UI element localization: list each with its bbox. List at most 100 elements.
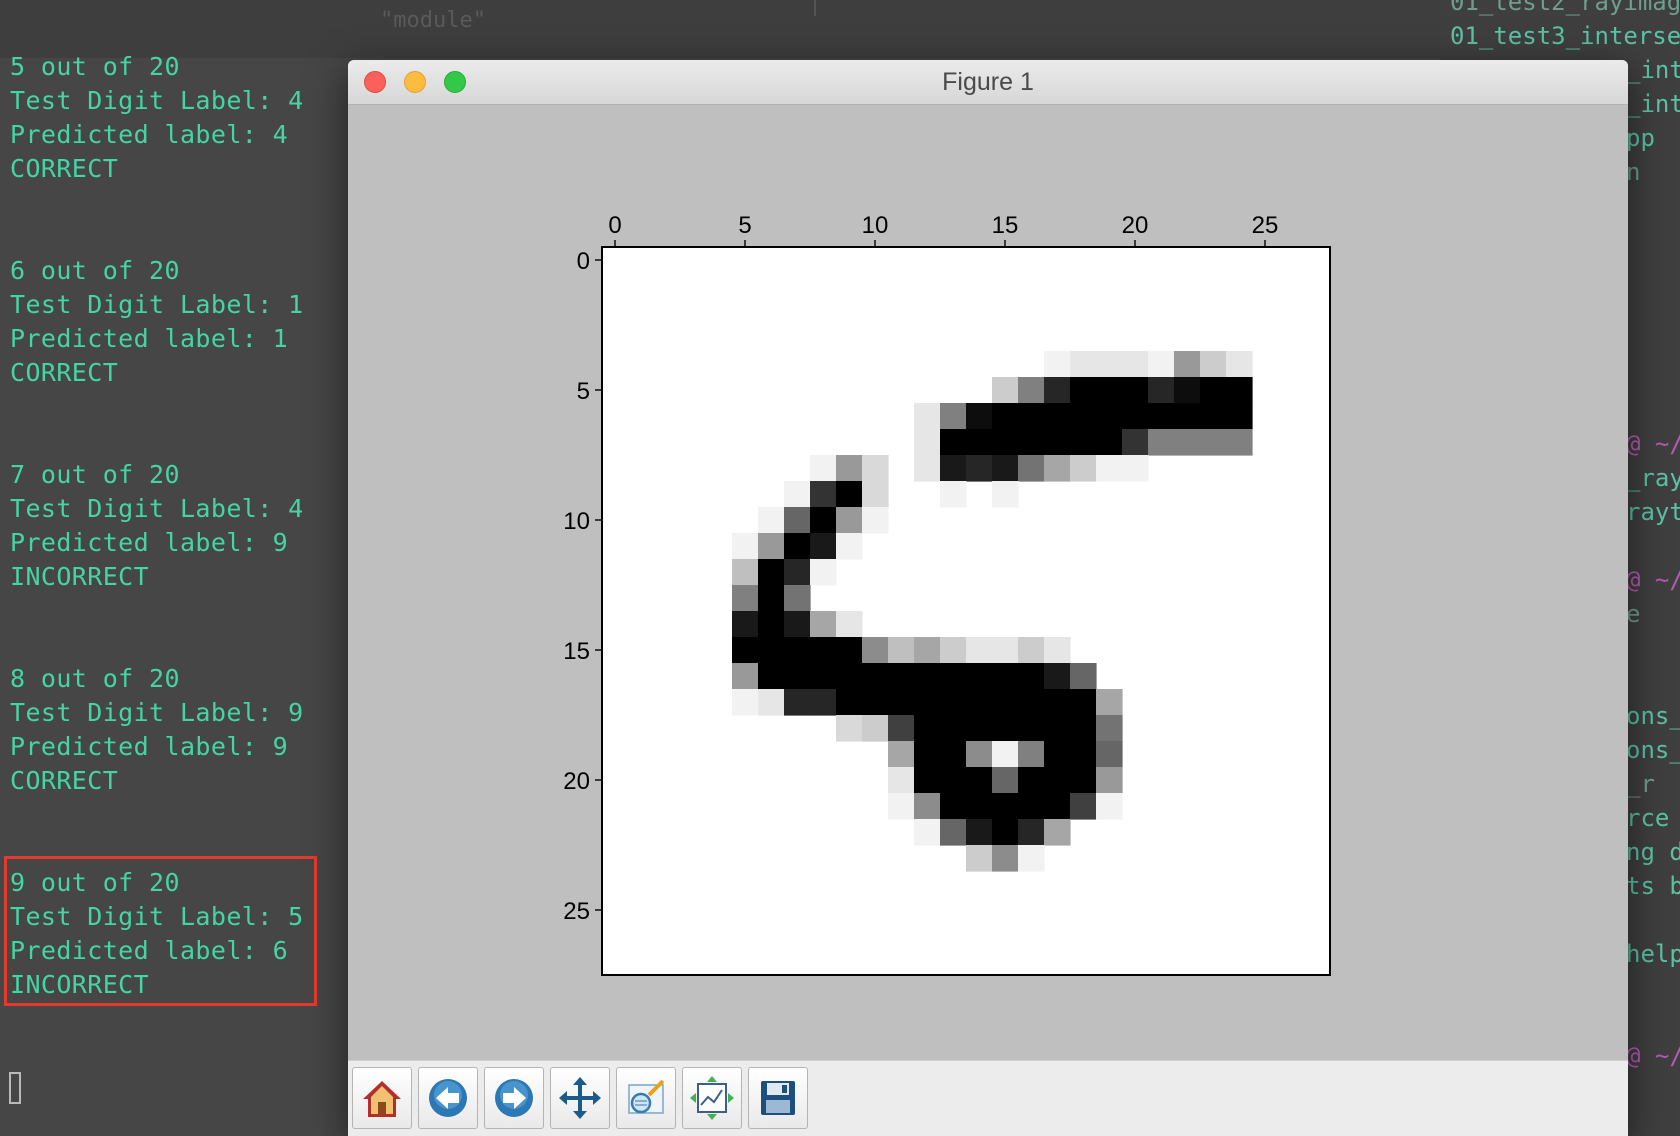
image-pixel — [1070, 403, 1097, 430]
figure-window[interactable]: Figure 1 0 5 10 15 20 25 0 5 10 15 20 25 — [348, 60, 1628, 1136]
y-tick-label: 15 — [563, 638, 590, 665]
image-pixel — [1148, 429, 1175, 456]
image-pixel — [914, 403, 941, 430]
image-pixel — [862, 481, 889, 508]
image-pixel — [1148, 403, 1175, 430]
prompt-text: @ ~/ — [1626, 1042, 1680, 1070]
image-pixel — [1044, 429, 1071, 456]
image-pixel — [966, 793, 993, 820]
image-pixel — [810, 611, 837, 638]
image-pixel — [784, 689, 811, 716]
image-pixel — [992, 429, 1019, 456]
editor-text: ts b — [1626, 872, 1680, 900]
window-titlebar[interactable]: Figure 1 — [348, 60, 1628, 105]
count-line: 6 out of 20 — [10, 256, 180, 285]
window-title: Figure 1 — [942, 68, 1034, 96]
result-block: 8 out of 20 Test Digit Label: 9 Predicte… — [10, 662, 304, 798]
image-pixel — [914, 715, 941, 742]
result-block: 7 out of 20 Test Digit Label: 4 Predicte… — [10, 458, 304, 594]
image-pixel — [784, 533, 811, 560]
x-tick-label: 10 — [862, 212, 889, 239]
image-pixel — [836, 637, 863, 664]
predicted-label-line: Predicted label: 1 — [10, 324, 289, 353]
image-pixel — [836, 689, 863, 716]
image-pixel — [1096, 715, 1123, 742]
x-tick-label: 15 — [992, 212, 1019, 239]
image-pixel — [992, 481, 1019, 508]
image-pixel — [862, 507, 889, 534]
image-pixel — [784, 559, 811, 586]
file-list-item[interactable]: n — [1626, 158, 1640, 186]
home-button[interactable] — [352, 1067, 412, 1129]
image-pixel — [862, 663, 889, 690]
image-pixel — [888, 689, 915, 716]
image-pixel — [784, 481, 811, 508]
image-pixel — [1200, 403, 1227, 430]
image-pixel — [966, 767, 993, 794]
editor-text: ng d — [1626, 838, 1680, 866]
back-button[interactable] — [418, 1067, 478, 1129]
image-pixel — [1096, 689, 1123, 716]
image-pixel — [784, 507, 811, 534]
image-pixel — [992, 819, 1019, 846]
image-pixel — [758, 689, 785, 716]
figure-canvas[interactable]: 0 5 10 15 20 25 0 5 10 15 20 25 — [348, 105, 1628, 1060]
image-pixel — [1226, 377, 1253, 404]
image-pixel — [940, 689, 967, 716]
editor-text: _rayt — [1626, 464, 1680, 492]
subplots-button[interactable] — [682, 1067, 742, 1129]
image-pixel — [914, 429, 941, 456]
image-pixel — [966, 429, 993, 456]
image-pixel — [888, 741, 915, 768]
image-pixel — [1018, 845, 1045, 872]
image-pixel — [732, 585, 759, 612]
x-tick-label: 20 — [1122, 212, 1149, 239]
image-pixel — [836, 663, 863, 690]
image-pixel — [1122, 429, 1149, 456]
image-pixel — [1226, 351, 1253, 378]
image-pixel — [784, 585, 811, 612]
image-pixel — [1044, 351, 1071, 378]
image-pixel — [1044, 819, 1071, 846]
image-pixel — [966, 689, 993, 716]
editor-text: ons_ — [1626, 702, 1680, 730]
count-line: 5 out of 20 — [10, 52, 180, 81]
zoom-button[interactable] — [616, 1067, 676, 1129]
file-list-item[interactable]: _int — [1626, 90, 1680, 118]
image-pixel — [784, 663, 811, 690]
image-pixel — [758, 663, 785, 690]
image-pixel — [992, 637, 1019, 664]
image-pixel — [1200, 377, 1227, 404]
prompt-text: @ ~/ — [1626, 430, 1680, 458]
forward-button[interactable] — [484, 1067, 544, 1129]
image-pixel — [1122, 377, 1149, 404]
image-pixel — [1018, 689, 1045, 716]
image-pixel — [966, 637, 993, 664]
x-tick-label: 25 — [1252, 212, 1279, 239]
image-pixel — [1018, 767, 1045, 794]
image-pixel — [1070, 663, 1097, 690]
file-list-item[interactable]: 01_test3_intersec — [1450, 22, 1680, 50]
file-list-item[interactable]: 01_test2_rayimag — [1450, 0, 1680, 16]
floppy-disk-icon — [761, 1081, 795, 1115]
editor-text: e — [1626, 600, 1641, 628]
pan-button[interactable] — [550, 1067, 610, 1129]
image-pixel — [992, 377, 1019, 404]
image-pixel — [810, 663, 837, 690]
file-list-item[interactable]: _inte — [1626, 56, 1680, 84]
image-pixel — [914, 793, 941, 820]
x-tick-label: 0 — [608, 212, 621, 239]
image-pixel — [732, 689, 759, 716]
test-label-line: Test Digit Label: 4 — [10, 86, 304, 115]
editor-text: _r — [1626, 770, 1655, 798]
image-pixel — [1018, 663, 1045, 690]
image-pixel — [940, 715, 967, 742]
home-icon — [363, 1081, 401, 1117]
file-list-item[interactable]: pp — [1626, 124, 1655, 152]
text-cursor — [9, 1072, 21, 1104]
digit-image-plot[interactable]: 0 5 10 15 20 25 0 5 10 15 20 25 — [348, 105, 1628, 1060]
save-button[interactable] — [748, 1067, 808, 1129]
image-pixel — [940, 767, 967, 794]
image-pixel — [784, 611, 811, 638]
result-block: 6 out of 20 Test Digit Label: 1 Predicte… — [10, 254, 304, 390]
